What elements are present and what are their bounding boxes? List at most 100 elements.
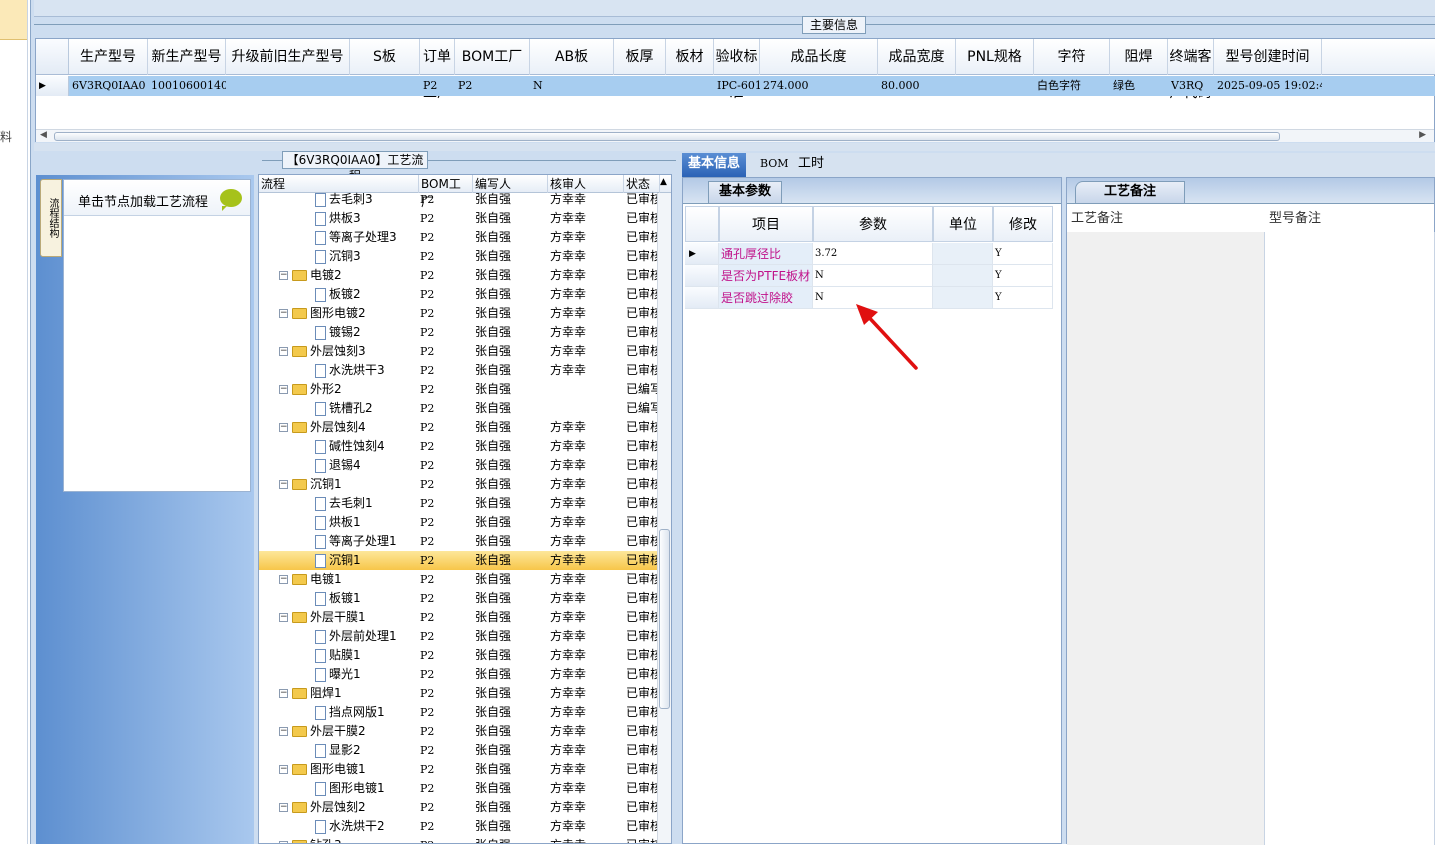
process-tree-row[interactable]: 水洗烘干3 P2 张自强 方幸幸 已审核 — [259, 361, 660, 380]
process-node[interactable]: 水洗烘干2 — [315, 817, 385, 836]
scroll-left-icon[interactable]: ◀ — [40, 130, 47, 140]
process-tree[interactable]: 流程 BOM工厂 编写人 核审人 状态 去毛刺3 P2 张自强 方幸幸 已审核 烘板3 P2 张自强方… — [258, 174, 672, 844]
process-tree-row[interactable]: 退锡4 P2 张自强 方幸幸 已审核 — [259, 456, 660, 475]
collapse-icon[interactable]: − — [279, 423, 288, 432]
process-tree-row[interactable]: − 沉铜1 P2 张自强 方幸幸 已审核 — [259, 475, 660, 494]
process-tree-vscroll[interactable]: ▲ — [657, 177, 671, 843]
process-node[interactable]: − 外层干膜1 — [279, 608, 366, 627]
scroll-up-icon[interactable]: ▲ — [660, 177, 667, 187]
process-node[interactable]: − 外层干膜2 — [279, 722, 366, 741]
process-node[interactable]: 贴膜1 — [315, 646, 361, 665]
row-indicator[interactable]: ▶ — [685, 243, 719, 265]
select-all-corner[interactable] — [36, 39, 69, 74]
main-grid-col-header[interactable]: PNL规格 — [956, 39, 1034, 75]
process-node[interactable]: 沉铜1 — [315, 551, 361, 570]
main-grid-cell[interactable]: N — [533, 76, 614, 96]
process-tree-row[interactable]: 碱性蚀刻4 P2 张自强 方幸幸 已审核 — [259, 437, 660, 456]
process-tree-row[interactable]: − 电镀2 P2 张自强 方幸幸 已审核 — [259, 266, 660, 285]
main-grid-cell[interactable]: 80.000 — [881, 76, 956, 96]
process-node[interactable]: 板镀2 — [315, 285, 361, 304]
process-node[interactable]: 显影2 — [315, 741, 361, 760]
tab-process-remarks[interactable]: 工艺备注 — [1075, 181, 1185, 203]
process-node[interactable]: 烘板1 — [315, 513, 361, 532]
params-col-header[interactable]: 修改 — [993, 206, 1053, 242]
main-grid-col-header[interactable]: 型号创建时间 — [1214, 39, 1322, 75]
process-node[interactable]: 去毛刺3 — [315, 190, 373, 209]
params-corner[interactable] — [685, 206, 719, 242]
main-grid-col-header[interactable]: 阻焊 — [1110, 39, 1168, 75]
main-grid-col-header[interactable]: 订单工厂 — [420, 39, 455, 101]
process-node[interactable]: − 外层蚀刻2 — [279, 798, 366, 817]
process-tree-row[interactable]: − 外层干膜1 P2 张自强 方幸幸 已审核 — [259, 608, 660, 627]
process-node[interactable]: − 外层蚀刻3 — [279, 342, 366, 361]
collapse-icon[interactable]: − — [279, 480, 288, 489]
main-grid-cell[interactable]: P2 — [423, 76, 455, 96]
process-tree-row[interactable]: − 外层蚀刻3 P2 张自强 方幸幸 已审核 — [259, 342, 660, 361]
main-grid-cell[interactable]: 2025-09-05 19:02:49 — [1217, 76, 1322, 96]
process-node[interactable]: − 外层蚀刻4 — [279, 418, 366, 437]
main-grid-row[interactable]: ▶ 6V3RQ0IAA010010600140842P2P2NIPC-6018 … — [36, 76, 1435, 96]
main-grid-col-header[interactable]: 生产型号 — [69, 39, 148, 75]
main-grid-cell[interactable] — [617, 76, 666, 96]
param-value[interactable]: N — [813, 265, 933, 287]
collapse-icon[interactable]: − — [279, 803, 288, 812]
params-row[interactable]: 是否为PTFE板材 N Y — [685, 265, 1055, 287]
main-grid-cell[interactable]: P2 — [458, 76, 530, 96]
main-grid-col-header[interactable]: 终端客户代码 — [1168, 39, 1214, 101]
hscroll-thumb[interactable] — [54, 132, 1280, 141]
tab-structure[interactable]: 流程结构 — [40, 179, 62, 257]
main-grid-cell[interactable] — [669, 76, 714, 96]
collapse-icon[interactable]: − — [279, 385, 288, 394]
process-node[interactable]: − 外形2 — [279, 380, 342, 399]
process-tree-row[interactable]: 烘板3 P2 张自强 方幸幸 已审核 — [259, 209, 660, 228]
process-node[interactable]: 等离子处理1 — [315, 532, 397, 551]
collapse-icon[interactable]: − — [279, 347, 288, 356]
main-grid-cell[interactable]: 10010600140842 — [151, 76, 226, 96]
main-grid-cell[interactable]: V3RQ — [1171, 76, 1214, 96]
main-grid-cell[interactable] — [959, 76, 1034, 96]
collapse-icon[interactable]: − — [279, 765, 288, 774]
process-tree-row[interactable]: − 外层干膜2 P2 张自强 方幸幸 已审核 — [259, 722, 660, 741]
process-tree-row[interactable]: 板镀2 P2 张自强 方幸幸 已审核 — [259, 285, 660, 304]
main-grid-col-header[interactable]: 成品宽度 — [878, 39, 956, 75]
process-node[interactable]: − 电镀1 — [279, 570, 342, 589]
process-tree-row[interactable]: − 图形电镀1 P2 张自强 方幸幸 已审核 — [259, 760, 660, 779]
process-node[interactable]: 图形电镀1 — [315, 779, 385, 798]
process-tree-row[interactable]: 等离子处理3 P2 张自强 方幸幸 已审核 — [259, 228, 660, 247]
main-grid-col-header[interactable]: 成品长度 — [760, 39, 878, 75]
row-indicator[interactable] — [685, 265, 719, 287]
row-indicator[interactable] — [685, 287, 719, 309]
tab-basic-info[interactable]: 基本信息 — [682, 153, 747, 177]
process-tree-row[interactable]: − 外层蚀刻2 P2 张自强 方幸幸 已审核 — [259, 798, 660, 817]
params-col-header[interactable]: 参数 — [813, 206, 933, 242]
main-grid-cell[interactable]: IPC-6018 Ⅱ级 — [717, 76, 760, 96]
process-tree-row[interactable]: − 电镀1 P2 张自强 方幸幸 已审核 — [259, 570, 660, 589]
process-tree-row[interactable]: 沉铜1 P2 张自强 方幸幸 已审核 — [259, 551, 660, 570]
process-tree-row[interactable]: 烘板1 P2 张自强 方幸幸 已审核 — [259, 513, 660, 532]
process-node[interactable]: − 沉铜1 — [279, 475, 342, 494]
process-tree-row[interactable]: 图形电镀1 P2 张自强 方幸幸 已审核 — [259, 779, 660, 798]
process-tree-row[interactable]: 铣槽孔2 P2 张自强 已编写 — [259, 399, 660, 418]
main-grid-cell[interactable] — [229, 76, 350, 96]
tab-basic-params[interactable]: 基本参数 — [708, 181, 782, 203]
process-tree-row[interactable]: 沉铜3 P2 张自强 方幸幸 已审核 — [259, 247, 660, 266]
main-grid-col-header[interactable]: 升级前旧生产型号 — [226, 39, 350, 75]
main-grid-col-header[interactable]: AB板 — [530, 39, 614, 75]
collapse-icon[interactable]: − — [279, 613, 288, 622]
splitter[interactable] — [34, 143, 1435, 151]
process-tree-row[interactable]: − 外层蚀刻4 P2 张自强 方幸幸 已审核 — [259, 418, 660, 437]
params-col-header[interactable]: 项目 — [719, 206, 813, 242]
process-tree-row[interactable]: −钻孔3 P2 张自强 方幸幸 已审核 — [259, 836, 660, 843]
main-grid-col-header[interactable]: 板材 — [666, 39, 714, 75]
main-info-grid[interactable]: 生产型号新生产型号升级前旧生产型号S板订单工厂BOM工厂AB板板厚板材验收标准成… — [35, 38, 1435, 142]
process-node[interactable]: 去毛刺1 — [315, 494, 373, 513]
main-grid-col-header[interactable]: 板厚 — [614, 39, 666, 75]
process-tree-row[interactable]: 挡点网版1 P2 张自强 方幸幸 已审核 — [259, 703, 660, 722]
main-grid-hscroll[interactable]: ◀ ▶ — [36, 129, 1434, 142]
process-node[interactable]: 曝光1 — [315, 665, 361, 684]
process-node[interactable]: − 图形电镀1 — [279, 760, 366, 779]
tab-work-hours[interactable]: 工时 — [792, 153, 830, 177]
main-grid-col-header[interactable]: S板 — [350, 39, 420, 75]
process-tree-row[interactable]: − 图形电镀2 P2 张自强 方幸幸 已审核 — [259, 304, 660, 323]
collapse-icon[interactable]: − — [279, 727, 288, 736]
